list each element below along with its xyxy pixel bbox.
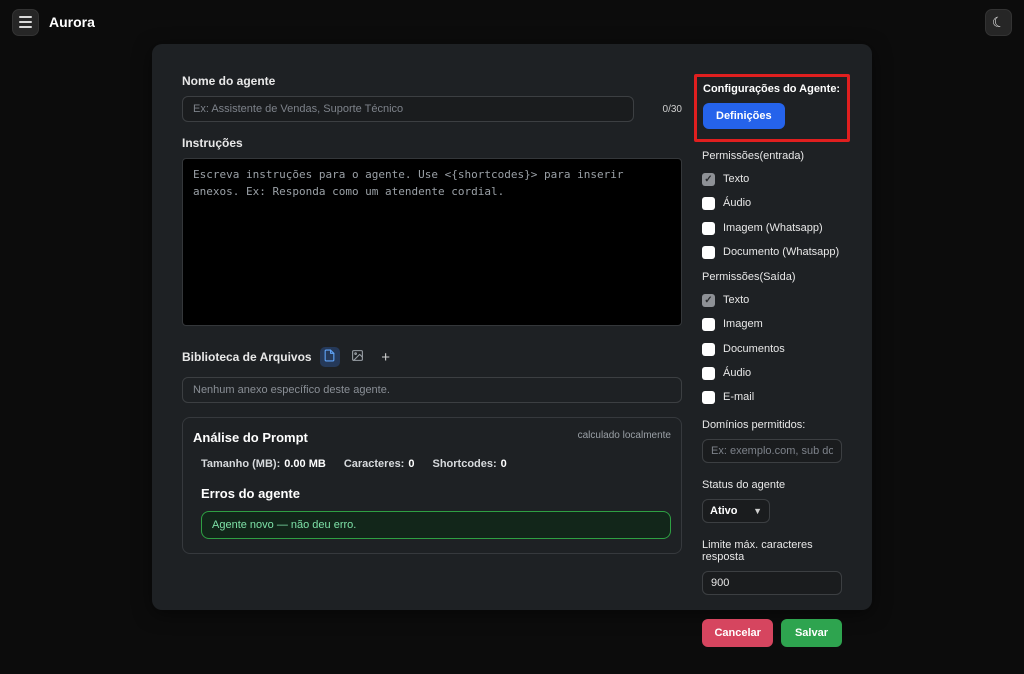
topbar: Aurora ☾ <box>0 0 1024 44</box>
plus-icon: + <box>381 350 390 365</box>
checkbox[interactable] <box>702 343 715 356</box>
agent-errors-title: Erros do agente <box>193 486 671 501</box>
checkbox-label: Áudio <box>723 196 751 210</box>
size-stat: Tamanho (MB): 0.00 MB <box>201 458 326 470</box>
instructions-label: Instruções <box>182 136 682 150</box>
dark-mode-toggle[interactable]: ☾ <box>985 9 1012 36</box>
media-library-button[interactable] <box>348 347 368 367</box>
save-button[interactable]: Salvar <box>781 619 842 647</box>
analysis-note: calculado localmente <box>578 430 671 441</box>
checkbox[interactable] <box>702 318 715 331</box>
permission-row-imagem-out[interactable]: Imagem <box>702 317 842 331</box>
checkbox-label: Áudio <box>723 366 751 380</box>
permission-row-texto-out[interactable]: Texto <box>702 293 842 307</box>
permissions-input-label: Permissões(entrada) <box>702 150 842 162</box>
status-label: Status do agente <box>702 479 842 491</box>
checkbox[interactable] <box>702 222 715 235</box>
image-icon <box>351 349 364 365</box>
checkbox-label: Texto <box>723 172 749 186</box>
limit-label: Limite máx. caracteres resposta <box>702 539 842 563</box>
checkbox-label: Documento (Whatsapp) <box>723 245 839 259</box>
checkbox-label: E-mail <box>723 390 754 404</box>
permission-row-texto-in[interactable]: Texto <box>702 172 842 186</box>
status-select-value: Ativo <box>710 505 738 517</box>
checkbox-label: Texto <box>723 293 749 307</box>
moon-icon: ☾ <box>991 14 1007 31</box>
agent-settings-title: Configurações do Agente: <box>703 83 841 95</box>
permission-row-audio-out[interactable]: Áudio <box>702 366 842 380</box>
settings-column: Configurações do Agente: Definições Perm… <box>702 74 842 586</box>
agent-name-label: Nome do agente <box>182 74 682 88</box>
checkbox[interactable] <box>702 294 715 307</box>
permission-row-documentos-out[interactable]: Documentos <box>702 342 842 356</box>
checkbox-label: Imagem <box>723 317 763 331</box>
permissions-output-label: Permissões(Saída) <box>702 271 842 283</box>
app-title: Aurora <box>49 14 95 30</box>
checkbox-label: Imagem (Whatsapp) <box>723 221 823 235</box>
limit-input[interactable] <box>702 571 842 595</box>
char-counter: 0/30 <box>644 104 682 115</box>
menu-button[interactable] <box>12 9 39 36</box>
hamburger-icon <box>19 16 32 28</box>
permission-row-email-out[interactable]: E-mail <box>702 390 842 404</box>
cancel-button[interactable]: Cancelar <box>702 619 772 647</box>
status-select[interactable]: Ativo ▼ <box>702 499 770 523</box>
checkbox[interactable] <box>702 197 715 210</box>
agent-form-card: Nome do agente 0/30 Instruções Bibliotec… <box>152 44 872 610</box>
checkbox[interactable] <box>702 173 715 186</box>
permission-row-imagem-in[interactable]: Imagem (Whatsapp) <box>702 221 842 235</box>
permission-row-documento-in[interactable]: Documento (Whatsapp) <box>702 245 842 259</box>
checkbox[interactable] <box>702 391 715 404</box>
chevron-down-icon: ▼ <box>753 506 762 516</box>
annotation-highlight-box: Configurações do Agente: Definições <box>694 74 850 142</box>
analysis-title: Análise do Prompt <box>193 430 308 445</box>
checkbox-label: Documentos <box>723 342 785 356</box>
agent-errors-message: Agente novo — não deu erro. <box>201 511 671 539</box>
shortcodes-stat: Shortcodes: 0 <box>432 458 506 470</box>
checkbox[interactable] <box>702 246 715 259</box>
permission-row-audio-in[interactable]: Áudio <box>702 196 842 210</box>
definitions-button[interactable]: Definições <box>703 103 785 129</box>
characters-stat: Caracteres: 0 <box>344 458 415 470</box>
attachments-empty-state: Nenhum anexo específico deste agente. <box>182 377 682 403</box>
agent-name-input[interactable] <box>182 96 634 122</box>
form-left-column: Nome do agente 0/30 Instruções Bibliotec… <box>182 74 682 586</box>
instructions-textarea[interactable] <box>182 158 682 326</box>
domains-input[interactable] <box>702 439 842 463</box>
document-icon <box>323 349 336 365</box>
domains-label: Domínios permitidos: <box>702 419 842 431</box>
file-library-button[interactable] <box>320 347 340 367</box>
add-attachment-button[interactable]: + <box>376 347 396 367</box>
checkbox[interactable] <box>702 367 715 380</box>
prompt-analysis-panel: Análise do Prompt calculado localmente T… <box>182 417 682 554</box>
file-library-label: Biblioteca de Arquivos <box>182 350 312 364</box>
